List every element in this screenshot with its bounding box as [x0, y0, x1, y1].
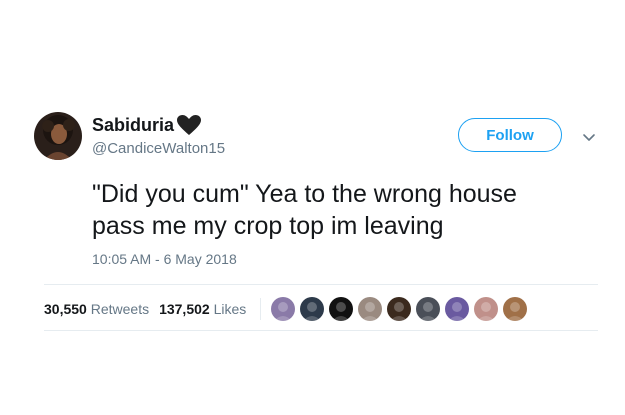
liker-avatar-5[interactable]: [387, 297, 412, 321]
stats-separator: [260, 298, 262, 320]
tweet-timestamp[interactable]: 10:05 AM - 6 May 2018: [92, 251, 237, 267]
retweets-count: 30,550: [44, 301, 87, 317]
author-avatar[interactable]: [34, 112, 82, 160]
author-display-name[interactable]: Sabiduria: [92, 115, 174, 136]
author-handle[interactable]: @CandiceWalton15: [92, 140, 225, 157]
divider-bottom: [44, 330, 598, 331]
retweets-stat[interactable]: 30,550 Retweets: [44, 301, 149, 317]
black-heart-icon: [176, 114, 202, 136]
liker-avatar-7[interactable]: [445, 297, 470, 321]
tweet-text-line: pass me my crop top im leaving: [92, 212, 444, 240]
chevron-down-icon[interactable]: [582, 130, 596, 141]
liker-avatar-8[interactable]: [474, 297, 499, 321]
tweet-text: "Did you cum" Yea to the wrong house pas…: [92, 178, 612, 242]
likes-count: 137,502: [159, 301, 210, 317]
tweet-text-line: "Did you cum" Yea to the wrong house: [92, 180, 517, 208]
follow-button[interactable]: Follow: [458, 118, 562, 152]
liker-avatar-2[interactable]: [300, 297, 325, 321]
author-name-row: Sabiduria: [92, 114, 202, 136]
liker-avatar-1[interactable]: [271, 297, 296, 321]
engagement-stats: 30,550 Retweets 137,502 Likes: [44, 297, 532, 321]
liker-avatar-4[interactable]: [358, 297, 383, 321]
likes-label: Likes: [213, 301, 247, 317]
divider-top: [44, 284, 598, 285]
liker-avatars: [271, 297, 532, 321]
liker-avatar-3[interactable]: [329, 297, 354, 321]
liker-avatar-6[interactable]: [416, 297, 441, 321]
likes-stat[interactable]: 137,502 Likes: [159, 301, 246, 317]
liker-avatar-9[interactable]: [503, 297, 528, 321]
retweets-label: Retweets: [90, 301, 150, 317]
